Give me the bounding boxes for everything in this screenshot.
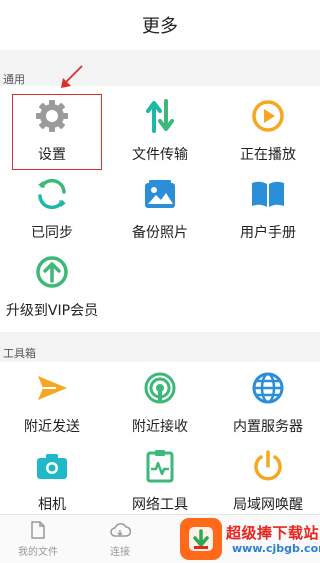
- wake-on-lan-label: 局域网唤醒: [233, 497, 303, 513]
- file-transfer-label: 文件传输: [132, 147, 188, 163]
- now-playing-label: 正在播放: [240, 147, 296, 163]
- camera-icon: [34, 448, 70, 484]
- sync-icon: [34, 176, 70, 212]
- watermark-url: www.cjbgb.com: [232, 542, 320, 555]
- red-arrow-icon: [61, 65, 83, 88]
- nearby-receive-item[interactable]: 附近接收: [108, 362, 212, 446]
- synced-label: 已同步: [31, 225, 73, 241]
- transfer-arrows-icon: [142, 98, 178, 134]
- play-circle-icon: [250, 98, 286, 134]
- globe-icon: [250, 370, 286, 406]
- now-playing-item[interactable]: 正在播放: [216, 90, 320, 174]
- nearby-send-label: 附近发送: [24, 419, 80, 435]
- power-icon: [250, 448, 286, 484]
- watermark-title: 超级捧下载站: [226, 524, 320, 542]
- upgrade-vip-label: 升级到VIP会员: [5, 303, 99, 319]
- tab-my-files[interactable]: 我的文件: [8, 521, 68, 558]
- photo-icon: [142, 176, 178, 212]
- user-manual-item[interactable]: 用户手册: [216, 168, 320, 252]
- tab-connect-label: 连接: [110, 547, 130, 558]
- page-header: 更多: [0, 0, 320, 50]
- book-icon: [250, 176, 286, 212]
- backup-photos-item[interactable]: 备份照片: [108, 168, 212, 252]
- page-title: 更多: [142, 16, 178, 37]
- watermark-overlay: 超级捧下载站 www.cjbgb.com: [176, 516, 320, 563]
- upgrade-vip-item[interactable]: 升级到VIP会员: [0, 246, 104, 330]
- tab-my-files-label: 我的文件: [18, 547, 58, 558]
- tab-connect[interactable]: 连接: [90, 521, 150, 558]
- backup-photos-label: 备份照片: [132, 225, 188, 241]
- synced-item[interactable]: 已同步: [0, 168, 104, 252]
- clipboard-pulse-icon: [142, 448, 178, 484]
- cloud-icon: [110, 523, 131, 537]
- watermark-logo-icon: [180, 518, 222, 560]
- network-tools-item[interactable]: 网络工具: [108, 440, 212, 524]
- user-manual-label: 用户手册: [240, 225, 296, 241]
- camera-item[interactable]: 相机: [0, 440, 104, 524]
- builtin-server-item[interactable]: 内置服务器: [216, 362, 320, 446]
- wake-on-lan-item[interactable]: 局域网唤醒: [216, 440, 320, 524]
- camera-label: 相机: [38, 497, 66, 513]
- signal-receive-icon: [142, 370, 178, 406]
- section-label-general: 通用: [3, 73, 25, 86]
- settings-highlight-box: [12, 94, 102, 170]
- section-label-toolbox: 工具箱: [3, 347, 36, 360]
- section-header-bg-toolbox: [0, 332, 320, 362]
- file-transfer-item[interactable]: 文件传输: [108, 90, 212, 174]
- nearby-send-item[interactable]: 附近发送: [0, 362, 104, 446]
- file-icon: [31, 521, 45, 539]
- nearby-receive-label: 附近接收: [132, 419, 188, 435]
- network-tools-label: 网络工具: [132, 497, 188, 513]
- section-header-bg-general: [0, 50, 320, 86]
- builtin-server-label: 内置服务器: [233, 419, 303, 435]
- paper-plane-icon: [34, 370, 70, 406]
- upgrade-arrow-icon: [34, 254, 70, 290]
